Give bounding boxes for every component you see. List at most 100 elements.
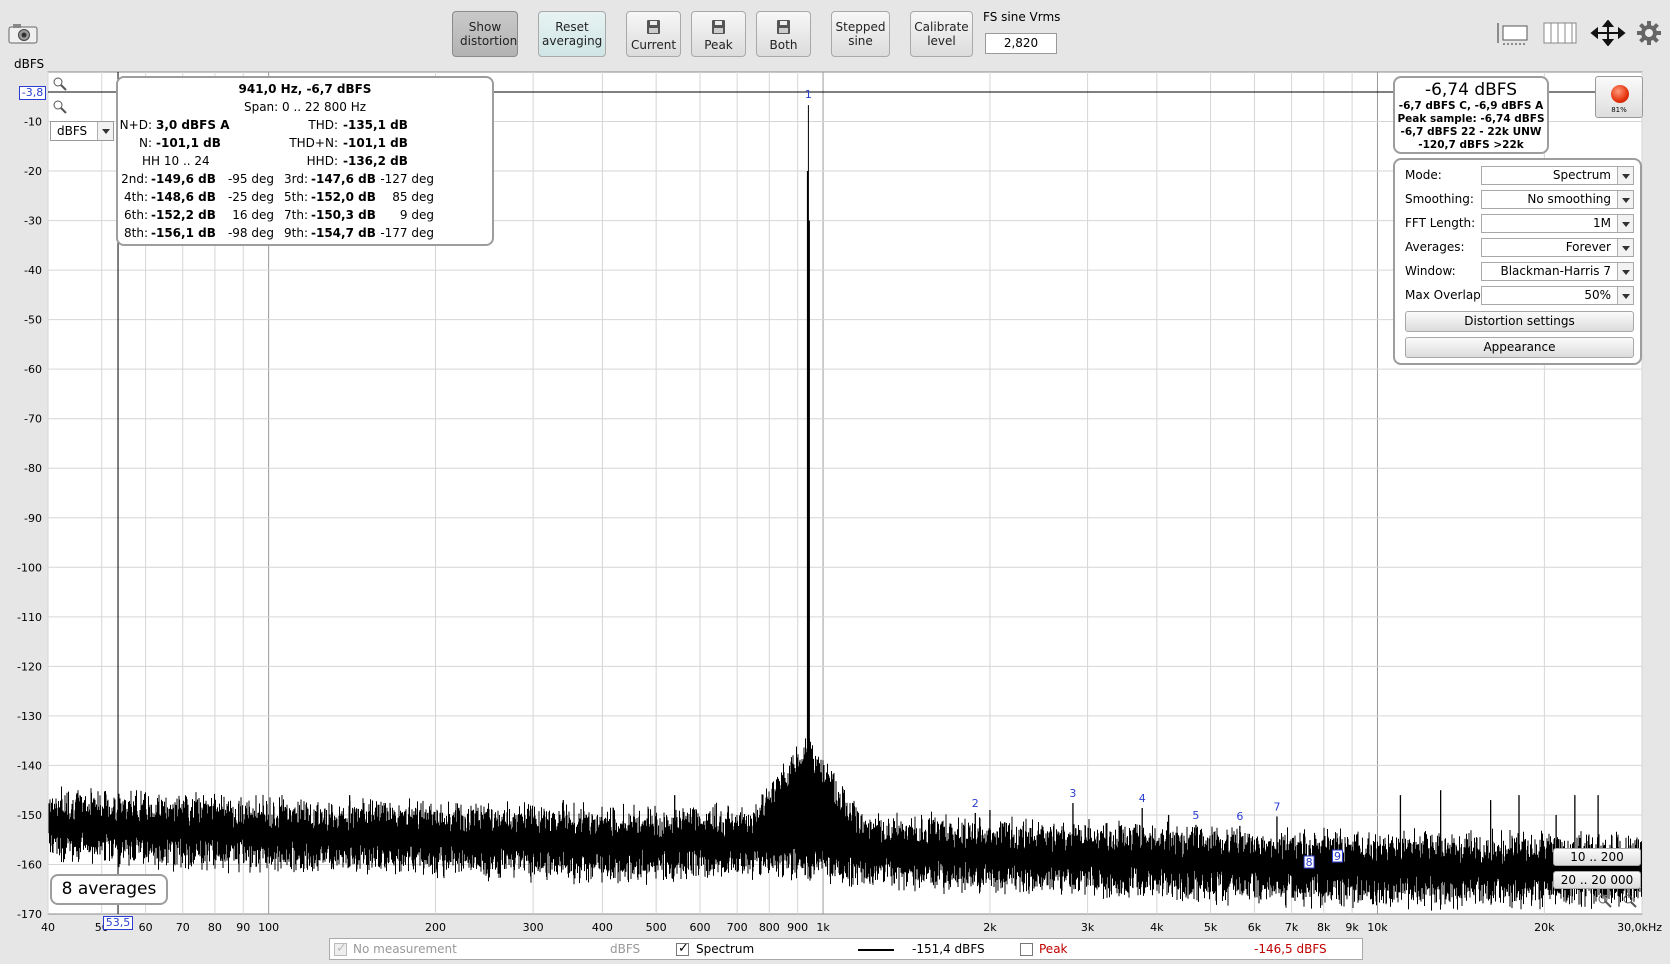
harmonic-value: -152,0 dB	[311, 190, 376, 204]
cursor-freq-readout[interactable]: 53,5	[103, 916, 133, 930]
averages-badge: 8 averages	[50, 874, 168, 905]
x-tick-label: 900	[787, 921, 808, 934]
chevron-down-icon	[1617, 215, 1633, 232]
chevron-down-icon	[1617, 287, 1633, 304]
y-tick-label: -140	[17, 759, 42, 772]
range-10-200-button[interactable]: 10 .. 200	[1553, 848, 1641, 866]
level-above-22k-readout: -120,7 dBFS >22k	[1418, 139, 1524, 151]
y-axis-ticks: -10 -20 -30 -40 -50 -60 -70 -80 -90 -100 -110 -120 -…	[17, 116, 42, 921]
y-tick-label: -170	[17, 908, 42, 921]
unit-select[interactable]: dBFS	[50, 121, 114, 141]
y-tick-label: -100	[17, 561, 42, 574]
range-20-20000-button[interactable]: 20 .. 20 000	[1553, 871, 1641, 889]
harmonic-phase: 9 deg	[399, 208, 434, 222]
averages-select[interactable]: Forever	[1481, 238, 1634, 257]
harmonic-label: 4th:	[124, 190, 148, 204]
nd-label: N+D:	[119, 118, 152, 132]
zoom-out-icon[interactable]	[52, 99, 68, 119]
x-tick-label: 100	[258, 921, 279, 934]
y-tick-label: -50	[24, 314, 42, 327]
harmonic-marker-label: 9	[1334, 850, 1341, 863]
peak-sample-readout: Peak sample: -6,74 dBFS	[1397, 113, 1545, 125]
n-value: -101,1 dB	[156, 136, 221, 150]
y-tick-label: -80	[24, 462, 42, 475]
harmonic-marker-label: 2	[972, 797, 979, 810]
spectrum-value: -151,4 dBFS	[912, 942, 985, 956]
y-tick-label: -130	[17, 710, 42, 723]
zoom-x-out-icon[interactable]	[1622, 893, 1638, 913]
fft-length-label: FFT Length:	[1405, 216, 1476, 230]
hhd-label: HHD:	[306, 154, 338, 168]
spectrum-checkbox[interactable]	[676, 941, 689, 956]
x-axis-ticks: 40 50 60 70 80 90 100 200 300 400 500 600 700 800 900 1…	[41, 921, 1662, 934]
averages-label: Averages:	[1405, 240, 1465, 254]
unit-select-value: dBFS	[57, 124, 88, 138]
x-tick-label: 9k	[1345, 921, 1359, 934]
spectrum-label: Spectrum	[696, 942, 755, 956]
x-tick-label: 10k	[1367, 921, 1388, 934]
record-button[interactable]: 81%	[1595, 76, 1643, 118]
settings-panel: Mode: Spectrum Smoothing: No smoothing F…	[1393, 158, 1642, 365]
thdn-value: -101,1 dB	[343, 136, 408, 150]
fft-length-value: 1M	[1593, 216, 1611, 230]
cursor-level-readout[interactable]: -3,8	[19, 86, 46, 100]
hh-range-label: HH 10 .. 24	[142, 154, 210, 168]
max-overlap-select[interactable]: 50%	[1481, 286, 1634, 305]
y-tick-label: -70	[24, 413, 42, 426]
x-tick-label: 20k	[1534, 921, 1555, 934]
legend-bar: No measurement dBFS Spectrum -151,4 dBFS…	[329, 938, 1363, 960]
harmonic-label: 6th:	[124, 208, 148, 222]
harmonic-phase: -98 deg	[227, 226, 274, 240]
max-overlap-label: Max Overlap:	[1405, 288, 1485, 302]
x-tick-label: 400	[592, 921, 613, 934]
y-tick-label: -110	[17, 611, 42, 624]
mode-label: Mode:	[1405, 168, 1442, 182]
harmonic-phase: 85 deg	[392, 190, 434, 204]
x-tick-label: 800	[759, 921, 780, 934]
harmonic-value: -156,1 dB	[151, 226, 216, 240]
appearance-button[interactable]: Appearance	[1405, 337, 1634, 358]
window-select[interactable]: Blackman-Harris 7	[1481, 262, 1634, 281]
no-measurement-label: No measurement	[353, 942, 457, 956]
peak-label: Peak	[1039, 942, 1068, 956]
chevron-down-icon	[1617, 191, 1633, 208]
window-label: Window:	[1405, 264, 1456, 278]
level-panel: -6,74 dBFS -6,7 dBFS C, -6,9 dBFS A Peak…	[1393, 76, 1549, 154]
harmonic-label: 2nd:	[121, 172, 148, 186]
peak-checkbox[interactable]	[1020, 943, 1033, 956]
x-tick-label: 3k	[1081, 921, 1095, 934]
x-tick-label: 60	[139, 921, 153, 934]
fft-length-select[interactable]: 1M	[1481, 214, 1634, 233]
harmonic-marker-label: 5	[1192, 809, 1199, 822]
harmonic-label: 8th:	[124, 226, 148, 240]
harmonic-marker-label: 3	[1069, 787, 1076, 800]
x-tick-label: 30,0kHz	[1617, 921, 1662, 934]
smoothing-label: Smoothing:	[1405, 192, 1474, 206]
x-tick-label: 1k	[816, 921, 830, 934]
chevron-down-icon	[1617, 167, 1633, 184]
y-tick-label: -20	[24, 165, 42, 178]
nd-value: 3,0 dBFS A	[156, 118, 230, 132]
smoothing-select[interactable]: No smoothing	[1481, 190, 1634, 209]
y-tick-label: -160	[17, 858, 42, 871]
harmonic-value: -152,2 dB	[151, 208, 216, 222]
thdn-label: THD+N:	[289, 136, 338, 150]
x-tick-label: 8k	[1317, 921, 1331, 934]
no-measurement-checkbox[interactable]	[334, 941, 347, 956]
span-readout: Span: 0 .. 22 800 Hz	[243, 100, 367, 114]
x-tick-label: 2k	[983, 921, 997, 934]
record-percent: 81%	[1611, 106, 1627, 114]
zoom-in-icon[interactable]	[52, 76, 68, 96]
record-indicator-icon	[1611, 85, 1629, 103]
distortion-settings-button[interactable]: Distortion settings	[1405, 311, 1634, 332]
fundamental-readout: 941,0 Hz, -6,7 dBFS	[238, 82, 372, 96]
zoom-x-in-icon[interactable]	[1597, 893, 1613, 913]
window-value: Blackman-Harris 7	[1500, 264, 1611, 278]
mode-select[interactable]: Spectrum	[1481, 166, 1634, 185]
chevron-down-icon	[97, 122, 113, 140]
y-tick-label: -150	[17, 809, 42, 822]
harmonic-phase: -25 deg	[227, 190, 274, 204]
x-tick-label: 40	[41, 921, 55, 934]
harmonic-phase: -127 deg	[380, 172, 434, 186]
level-main-readout: -6,74 dBFS	[1424, 80, 1518, 100]
